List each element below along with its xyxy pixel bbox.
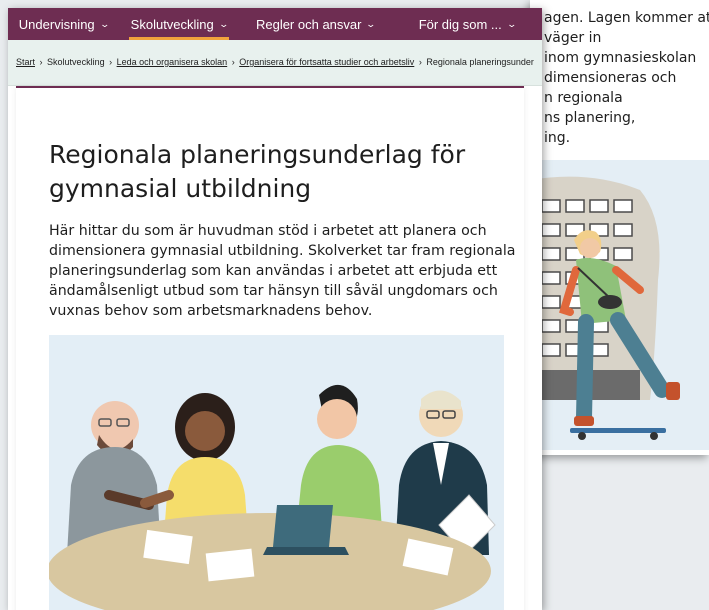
page-title: Regionala planeringsunderlag för gymnasi… (49, 138, 489, 206)
page-title-line: gymnasial utbildning (49, 174, 312, 203)
breadcrumb-separator: › (39, 57, 43, 67)
nav-item-label: Undervisning (18, 16, 95, 32)
nav-item-undervisning[interactable]: Undervisning ⌄ (8, 8, 119, 40)
bg-text-line: inom gymnasieskolan (544, 50, 697, 66)
bg-text-line: väger in (544, 30, 602, 46)
bg-text-line: ing. (544, 130, 571, 146)
breadcrumb-item-skolutveckling: Skolutveckling (47, 57, 105, 67)
bg-text-line: agen. Lagen kommer att (544, 10, 709, 26)
breadcrumb-separator: › (418, 57, 422, 67)
background-page-text: agen. Lagen kommer att väger in inom gym… (544, 8, 709, 148)
breadcrumb-link-leda[interactable]: Leda och organisera skolan (117, 57, 228, 67)
chevron-down-icon: ⌄ (99, 18, 110, 29)
nav-item-label: Skolutveckling (130, 16, 214, 32)
chevron-down-icon: ⌄ (365, 18, 377, 29)
lead-line: Här hittar du som är huvudman stöd i arb… (49, 223, 487, 239)
bg-text-line: n regionala (544, 90, 623, 106)
nav-item-label: För dig som ... (418, 16, 502, 32)
breadcrumb-link-organisera[interactable]: Organisera för fortsatta studier och arb… (239, 57, 414, 67)
chevron-down-icon: ⌄ (506, 18, 517, 29)
background-page: agen. Lagen kommer att väger in inom gym… (530, 0, 709, 455)
chevron-down-icon: ⌄ (218, 18, 229, 29)
meeting-illustration (49, 335, 504, 610)
nav-item-regler-och-ansvar[interactable]: Regler och ansvar ⌄ (239, 8, 392, 40)
skateboarder-illustration (530, 160, 709, 450)
page-window: Undervisning ⌄ Skolutveckling ⌄ Regler o… (8, 8, 542, 610)
lead-line: dimensionera gymnasial utbildning. Skolv… (49, 243, 516, 259)
breadcrumb-separator: › (109, 57, 113, 67)
breadcrumb-link-start[interactable]: Start (16, 57, 35, 67)
lead-line: ändamålsenligt utbud som tar hänsyn till… (49, 283, 498, 299)
skateboarder-illustration-svg (530, 176, 680, 440)
lead-line: vuxnas behov som arbetsmarknadens behov. (49, 303, 373, 319)
nav-item-skolutveckling[interactable]: Skolutveckling ⌄ (119, 8, 239, 40)
breadcrumb: Start › Skolutveckling › Leda och organi… (8, 40, 542, 86)
nav-item-label: Regler och ansvar (255, 16, 362, 32)
lead-line: planeringsunderlag som kan användas i ar… (49, 263, 498, 279)
lead-paragraph: Här hittar du som är huvudman stöd i arb… (49, 221, 519, 321)
meeting-illustration-svg (49, 384, 496, 610)
nav-item-for-dig-som[interactable]: För dig som ... ⌄ (392, 8, 542, 40)
breadcrumb-current: Regionala planeringsunder (426, 57, 534, 67)
bg-text-line: ns planering, (544, 110, 636, 126)
article-card: Regionala planeringsunderlag för gymnasi… (16, 86, 524, 610)
breadcrumb-separator: › (231, 57, 235, 67)
page-title-line: Regionala planeringsunderlag för (49, 140, 466, 169)
bg-text-line: dimensioneras och (544, 70, 677, 86)
main-navigation: Undervisning ⌄ Skolutveckling ⌄ Regler o… (8, 8, 542, 40)
